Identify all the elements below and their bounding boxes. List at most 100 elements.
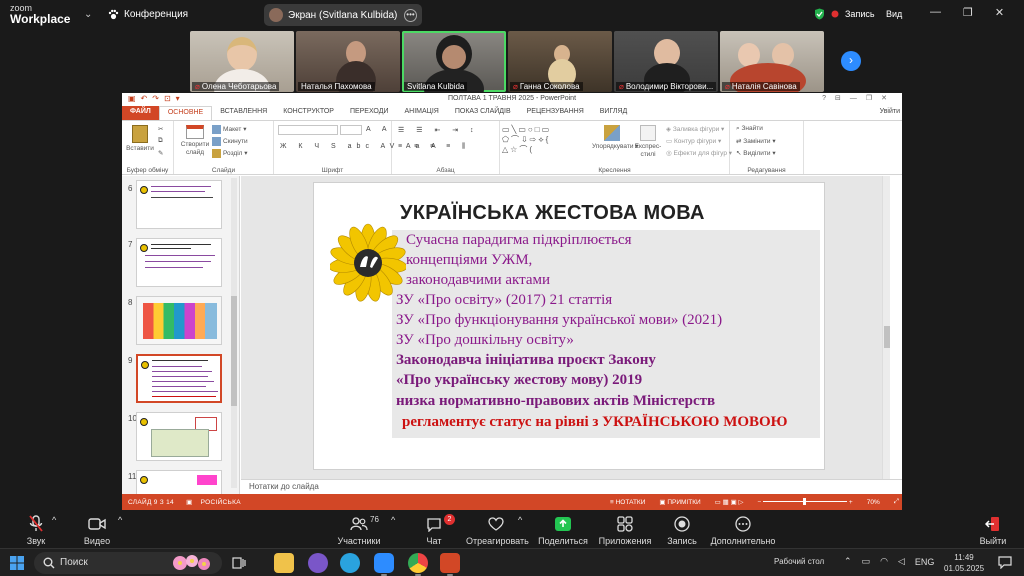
shape-fill-button[interactable]: ◈ Заливка фігури ▾ [666,125,724,133]
find-button[interactable]: ⌕ Знайти [736,125,763,133]
share-screen-button[interactable]: Поделиться [538,515,588,546]
zoom-slider[interactable]: − + [758,498,853,506]
font-size-buttons[interactable]: A A [366,126,392,133]
more-options-icon[interactable]: ••• [404,8,417,22]
slide-thumbnail[interactable] [136,180,222,229]
section-button[interactable]: Розділ ▾ [212,149,248,158]
slide-title[interactable]: УКРАЇНСЬКА ЖЕСТОВА МОВА [400,202,705,225]
view-normal-icon[interactable]: ▭ ▦ ▣ ▷ [715,498,744,506]
slide-thumbnail[interactable] [136,238,222,287]
ppt-window-controls[interactable]: ?⊟—❐✕ [822,94,896,102]
participants-options-chevron[interactable]: ^ [391,515,395,525]
notes-toggle[interactable]: ≡ НОТАТКИ [610,499,645,506]
battery-icon[interactable]: ▭ [862,556,871,567]
react-button[interactable]: Отреагировать [466,515,529,546]
select-button[interactable]: ↖ Виділити ▾ [736,149,776,157]
copy-icon[interactable]: ⧉ [158,137,163,145]
chevron-down-icon[interactable]: ⌄ [84,9,92,20]
apps-button[interactable]: Приложения [598,515,652,546]
viber-icon[interactable] [308,553,328,573]
slide-thumbnail-selected[interactable] [136,354,222,403]
react-options-chevron[interactable]: ^ [518,515,522,525]
quick-styles-button[interactable]: Експрес-стилі [632,125,664,159]
participant-tile[interactable]: Наталья Пахомова [296,31,400,92]
participant-tile[interactable]: ⌀ Володимир Вікторови... [614,31,718,92]
zoom-app-icon[interactable] [374,553,394,576]
tab-file[interactable]: ФАЙЛ [122,106,159,120]
list-buttons[interactable]: ☰ ☰ ⇤ ⇥ ↕ [398,126,479,134]
spellcheck-icon[interactable]: ▣ [186,499,192,506]
tab-review[interactable]: РЕЦЕНЗУВАННЯ [519,106,592,120]
audio-options-chevron[interactable]: ^ [52,515,56,525]
fit-slide-icon[interactable]: ⤢ [894,498,899,506]
layout-button[interactable]: Макет ▾ [212,125,246,134]
paste-button[interactable]: Вставити [126,125,154,153]
replace-button[interactable]: ⇄ Замінити ▾ [736,137,776,145]
participant-tile[interactable]: ⌀ Олена Чеботарьова [190,31,294,92]
slides-scrollbar[interactable] [231,178,237,488]
slide-thumbnail[interactable] [136,470,222,494]
shape-effects-button[interactable]: ◎ Ефекти для фігур ▾ [666,149,732,157]
meeting-info[interactable]: Конференция [108,9,188,20]
zoom-level[interactable]: 70% [867,499,880,506]
font-family-select[interactable] [278,125,338,135]
tab-transitions[interactable]: ПЕРЕХОДИ [342,106,397,120]
screen-share-indicator[interactable]: Экран (Svitlana Kulbida) ••• [264,4,422,26]
align-buttons[interactable]: ≡ ≡ ≡ ≡ ⫼ [398,143,470,151]
chrome-icon[interactable] [408,553,428,576]
recording-indicator[interactable]: Запись [814,8,875,20]
format-painter-icon[interactable]: ✎ [158,149,163,157]
shape-outline-button[interactable]: ▭ Контур фігури ▾ [666,137,721,145]
taskbar-search[interactable]: Поиск [34,552,222,574]
scrollbar-thumb[interactable] [231,296,237,406]
view-button[interactable]: Вид [886,9,902,19]
language-status[interactable]: РОСІЙСЬКА [201,499,241,506]
leave-button[interactable]: Выйти [976,515,1010,546]
reset-button[interactable]: Скинути [212,137,248,146]
file-explorer-icon[interactable] [274,553,294,573]
slide-thumbnail[interactable] [136,296,222,345]
language-indicator[interactable]: ENG [915,557,935,567]
telegram-icon[interactable] [340,553,360,573]
comments-toggle[interactable]: ▣ ПРИМІТКИ [659,498,700,506]
tab-insert[interactable]: ВСТАВЛЕННЯ [212,106,275,120]
task-view-icon[interactable] [232,557,246,569]
taskbar-clock[interactable]: 11:49 01.05.2025 [944,552,984,574]
tab-view[interactable]: ВИГЛЯД [592,106,636,120]
shapes-gallery[interactable]: ▭╲▭○□▭ ⬠⌒⇩⇨⟡{△☆⌒( [502,125,578,157]
participant-tile[interactable]: ⌀ Наталія Савінова [720,31,824,92]
close-icon[interactable]: ✕ [995,6,1004,19]
volume-icon[interactable]: ◁ [898,556,905,567]
slide-body-textbox[interactable]: Сучасна парадигма підкріплюється концепц… [392,230,820,438]
powerpoint-app-icon[interactable] [440,553,460,576]
audio-button[interactable]: Звук [20,515,52,546]
chevron-up-icon[interactable]: ⌃ [844,556,852,567]
tab-animations[interactable]: АНІМАЦІЯ [396,106,446,120]
sign-in-link[interactable]: Увійти [880,108,900,115]
notes-pane[interactable]: Нотатки до слайда [241,479,902,494]
wifi-icon[interactable]: ◠ [880,556,888,567]
more-button[interactable]: Дополнительно [710,515,776,546]
minimize-icon[interactable]: — [930,6,941,19]
video-options-chevron[interactable]: ^ [118,515,122,525]
chevron-right-icon[interactable]: › [841,51,861,71]
windows-start-icon[interactable] [10,556,24,570]
participant-tile-active[interactable]: Svitlana Kulbida [402,31,506,92]
video-button[interactable]: Видео [82,515,112,546]
editor-scrollbar[interactable] [882,176,890,479]
record-button[interactable]: Запись [664,515,700,546]
new-slide-button[interactable]: Створити слайд [178,125,212,157]
chat-button[interactable]: Чат 2 [420,514,455,546]
tab-design[interactable]: КОНСТРУКТОР [275,106,342,120]
participant-tile[interactable]: ⌀ Ганна Соколова [508,31,612,92]
arrange-button[interactable]: Упорядкувати ▾ [592,125,639,151]
cut-icon[interactable]: ✂ [158,125,163,133]
tab-slideshow[interactable]: ПОКАЗ СЛАЙДІВ [447,106,519,120]
slide-thumbnail[interactable] [136,412,222,461]
font-size-select[interactable] [340,125,362,135]
tab-home[interactable]: ОСНОВНЕ [158,106,213,120]
notifications-icon[interactable] [998,556,1012,569]
current-slide[interactable]: УКРАЇНСЬКА ЖЕСТОВА МОВА Сучасна парадигм… [313,182,825,470]
sunflower-logo[interactable] [328,223,408,303]
desktop-toolbar-label[interactable]: Рабочий стол [774,557,824,566]
